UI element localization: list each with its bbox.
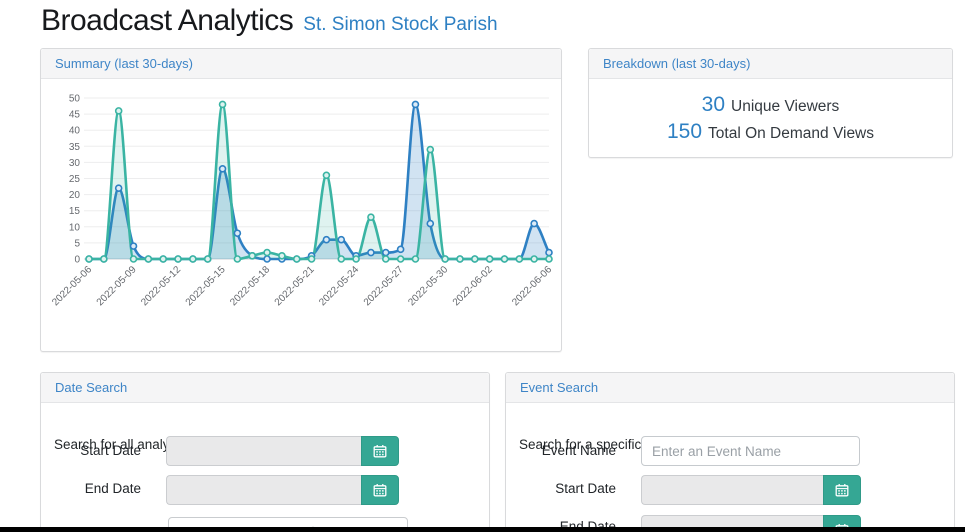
start-date-label: Start Date (80, 443, 141, 458)
svg-text:20: 20 (69, 190, 81, 201)
svg-text:0: 0 (74, 255, 80, 266)
on-demand-views-value: 150 (666, 119, 703, 143)
event-start-date-calendar-button[interactable] (823, 475, 861, 505)
event-search-panel: Event Search Search for a specific event… (505, 372, 955, 532)
svg-text:2022-05-15: 2022-05-15 (184, 264, 228, 308)
page-header: Broadcast Analytics St. Simon Stock Pari… (41, 4, 498, 38)
end-date-calendar-button[interactable] (361, 475, 399, 505)
svg-text:25: 25 (69, 174, 81, 185)
svg-text:35: 35 (69, 142, 81, 153)
event-start-date-input[interactable] (641, 475, 823, 505)
unique-viewers-value: 30 (701, 92, 726, 116)
calendar-icon (835, 484, 849, 497)
event-start-date-label: Start Date (555, 481, 616, 496)
screenshot-edge-bar (0, 527, 965, 532)
svg-text:2022-05-30: 2022-05-30 (406, 264, 450, 308)
unique-viewers-label: Unique Viewers (731, 97, 840, 115)
breakdown-panel-header: Breakdown (last 30-days) (589, 49, 952, 79)
event-search-panel-header: Event Search (506, 373, 954, 403)
summary-line-chart: 0 5 10 15 20 25 30 35 40 45 50 2022-05-06 2022-05-09… (50, 94, 554, 309)
event-name-label: Event Name (541, 443, 616, 458)
calendar-icon (373, 484, 387, 497)
svg-text:2022-05-27: 2022-05-27 (362, 264, 406, 308)
broadcast-analytics-page: Broadcast Analytics St. Simon Stock Pari… (0, 0, 965, 532)
summary-chart-container: 0 5 10 15 20 25 30 35 40 45 50 2022-05-06 2022-05-09… (41, 80, 561, 352)
svg-text:2022-05-06: 2022-05-06 (50, 264, 94, 308)
svg-text:2022-05-21: 2022-05-21 (273, 264, 317, 308)
date-search-panel: Date Search Search for all analytics for… (40, 372, 490, 532)
start-date-input[interactable] (166, 436, 361, 466)
event-name-input[interactable] (641, 436, 860, 466)
svg-text:10: 10 (69, 222, 81, 233)
page-subtitle: St. Simon Stock Parish (303, 14, 498, 35)
summary-panel-header: Summary (last 30-days) (41, 49, 561, 79)
svg-text:2022-06-06: 2022-06-06 (510, 264, 554, 308)
end-date-input[interactable] (166, 475, 361, 505)
on-demand-views-stat: 150 Total On Demand Views (667, 120, 874, 144)
summary-panel: Summary (last 30-days) 0 5 10 15 20 25 30 35 40 4… (40, 48, 562, 352)
start-date-calendar-button[interactable] (361, 436, 399, 466)
svg-text:5: 5 (74, 238, 80, 249)
page-title: Broadcast Analytics (41, 4, 294, 37)
svg-text:15: 15 (69, 206, 81, 217)
svg-text:30: 30 (69, 158, 81, 169)
svg-text:2022-05-09: 2022-05-09 (95, 264, 139, 308)
breakdown-panel: Breakdown (last 30-days) 30 Unique Viewer… (588, 48, 953, 158)
on-demand-views-label: Total On Demand Views (708, 124, 875, 142)
breakdown-stats: 30 Unique Viewers 150 Total On Demand View… (589, 79, 952, 157)
date-search-panel-header: Date Search (41, 373, 489, 403)
svg-text:40: 40 (69, 126, 81, 137)
svg-text:2022-05-12: 2022-05-12 (139, 264, 183, 308)
svg-text:2022-05-18: 2022-05-18 (228, 264, 272, 308)
calendar-icon (373, 445, 387, 458)
unique-viewers-stat: 30 Unique Viewers (702, 93, 840, 117)
svg-text:2022-06-02: 2022-06-02 (451, 264, 495, 308)
end-date-label: End Date (84, 481, 141, 496)
svg-text:45: 45 (69, 110, 81, 121)
svg-text:50: 50 (69, 94, 81, 105)
svg-text:2022-05-24: 2022-05-24 (317, 264, 361, 308)
